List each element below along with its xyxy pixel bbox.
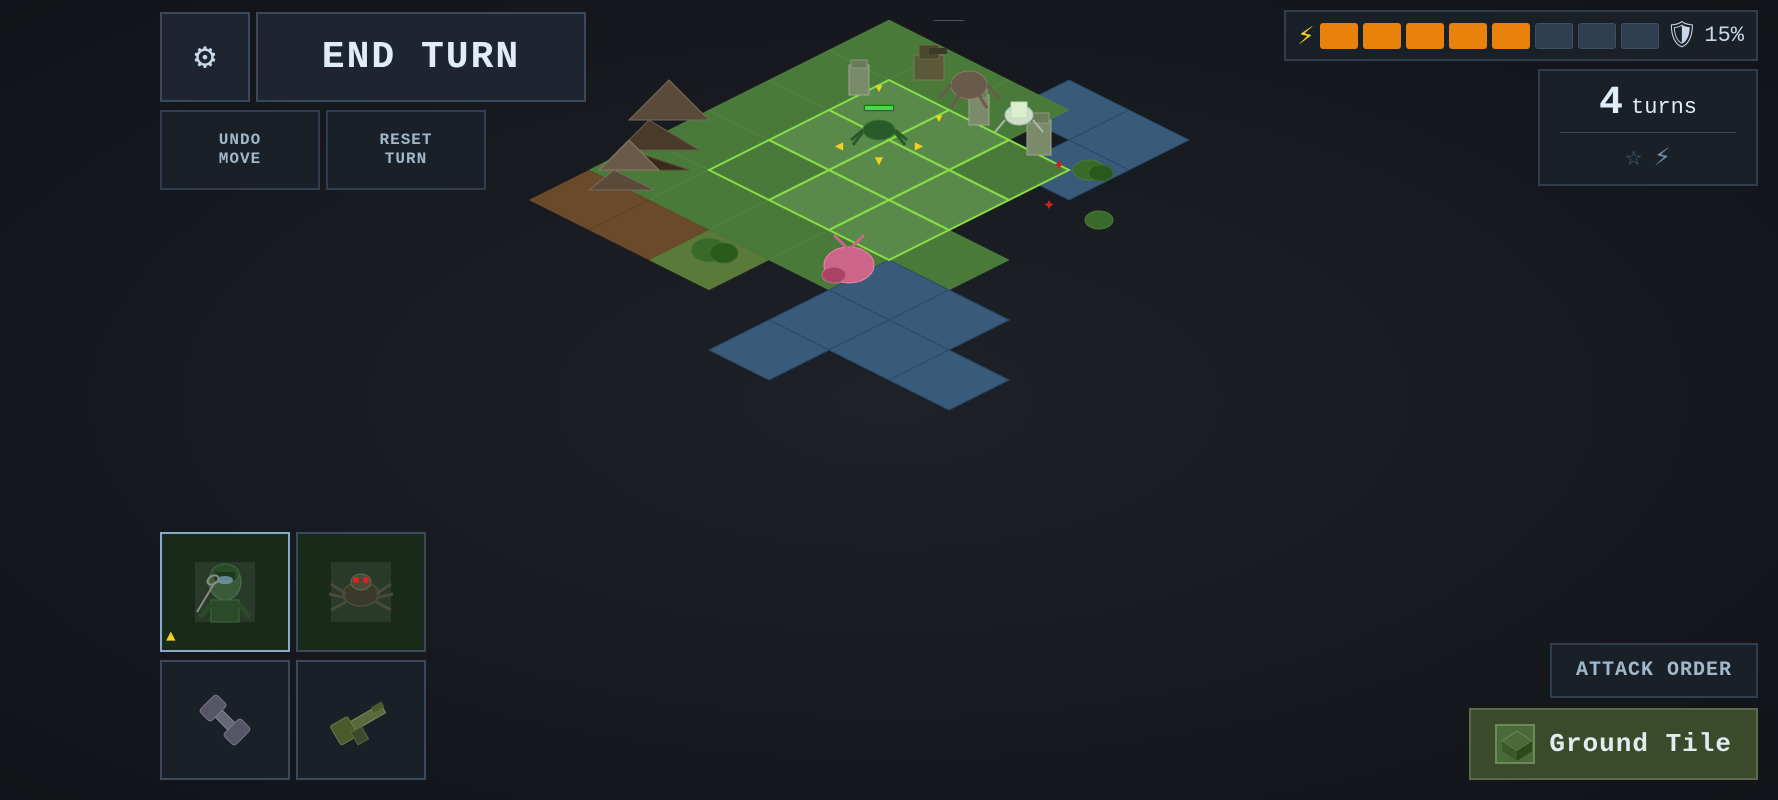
unit-card-wrench[interactable] [160, 660, 290, 780]
svg-text:▼: ▼ [875, 154, 884, 170]
unit-portrait-weapon [298, 662, 424, 778]
lightning-turns-icon: ⚡ [1654, 139, 1671, 174]
svg-text:▼: ▼ [935, 112, 943, 126]
svg-text:▶: ▶ [915, 139, 924, 155]
pip-1 [1320, 23, 1358, 49]
reset-turn-label: RESETTURN [379, 131, 432, 169]
pip-8 [1621, 23, 1659, 49]
unit-card-soldier[interactable]: ▲ [160, 532, 290, 652]
shield-icon: 🛡 [1665, 20, 1698, 51]
lightning-icon: ⚡ [1298, 18, 1315, 53]
end-turn-label: End Turn [322, 36, 520, 79]
top-right-hud: ⚡ 🛡 15% 4 turns ☆ ⚡ [1284, 10, 1758, 186]
shield-percent: 15% [1704, 23, 1744, 48]
ground-tile-label: Ground Tile [1549, 729, 1732, 759]
turns-divider [1560, 132, 1736, 133]
unit-row-bottom [160, 660, 426, 780]
pip-6 [1535, 23, 1573, 49]
svg-text:◀: ◀ [835, 139, 844, 155]
bottom-left-units: ▲ [160, 532, 426, 780]
pip-2 [1363, 23, 1401, 49]
energy-pips [1320, 23, 1659, 49]
unit-card-weapon[interactable] [296, 660, 426, 780]
unit-portrait-spider [298, 534, 424, 650]
undo-move-label: UNDOMOVE [219, 131, 261, 169]
bottom-right-controls: ATTACK ORDER Ground Tile [1469, 643, 1758, 780]
reset-turn-button[interactable]: RESETTURN [326, 110, 486, 190]
svg-text:✦: ✦ [1043, 194, 1055, 217]
pip-7 [1578, 23, 1616, 49]
pip-5 [1492, 23, 1530, 49]
unit-card-spider[interactable] [296, 532, 426, 652]
turns-label: turns [1631, 95, 1697, 120]
unit-portrait-soldier [162, 534, 288, 650]
attack-order-label: ATTACK ORDER [1576, 659, 1732, 682]
energy-bar: ⚡ 🛡 15% [1284, 10, 1758, 61]
attack-order-button[interactable]: ATTACK ORDER [1550, 643, 1758, 698]
ground-tile-icon [1495, 724, 1535, 764]
star-icon: ☆ [1625, 139, 1642, 174]
secondary-buttons: UNDOMOVE RESETTURN [160, 110, 586, 190]
unit-row-top: ▲ [160, 532, 426, 652]
turns-count: 4 [1599, 81, 1623, 126]
end-turn-button[interactable]: End Turn [256, 12, 586, 102]
turns-box: 4 turns ☆ ⚡ [1538, 69, 1758, 186]
gear-button[interactable]: ⚙ [160, 12, 250, 102]
end-turn-row: ⚙ End Turn [160, 12, 586, 102]
svg-text:✦: ✦ [1053, 154, 1065, 177]
turns-icons: ☆ ⚡ [1560, 139, 1736, 174]
pip-4 [1449, 23, 1487, 49]
top-left-controls: ⚙ End Turn UNDOMOVE RESETTURN [160, 12, 586, 190]
unit-portrait-wrench [162, 662, 288, 778]
shield-area: 🛡 15% [1665, 20, 1744, 51]
svg-text:▼: ▼ [875, 82, 883, 96]
gear-icon: ⚙ [194, 36, 216, 79]
ground-tile-button[interactable]: Ground Tile [1469, 708, 1758, 780]
unit-rank-soldier: ▲ [166, 628, 176, 646]
pip-3 [1406, 23, 1444, 49]
undo-move-button[interactable]: UNDOMOVE [160, 110, 320, 190]
